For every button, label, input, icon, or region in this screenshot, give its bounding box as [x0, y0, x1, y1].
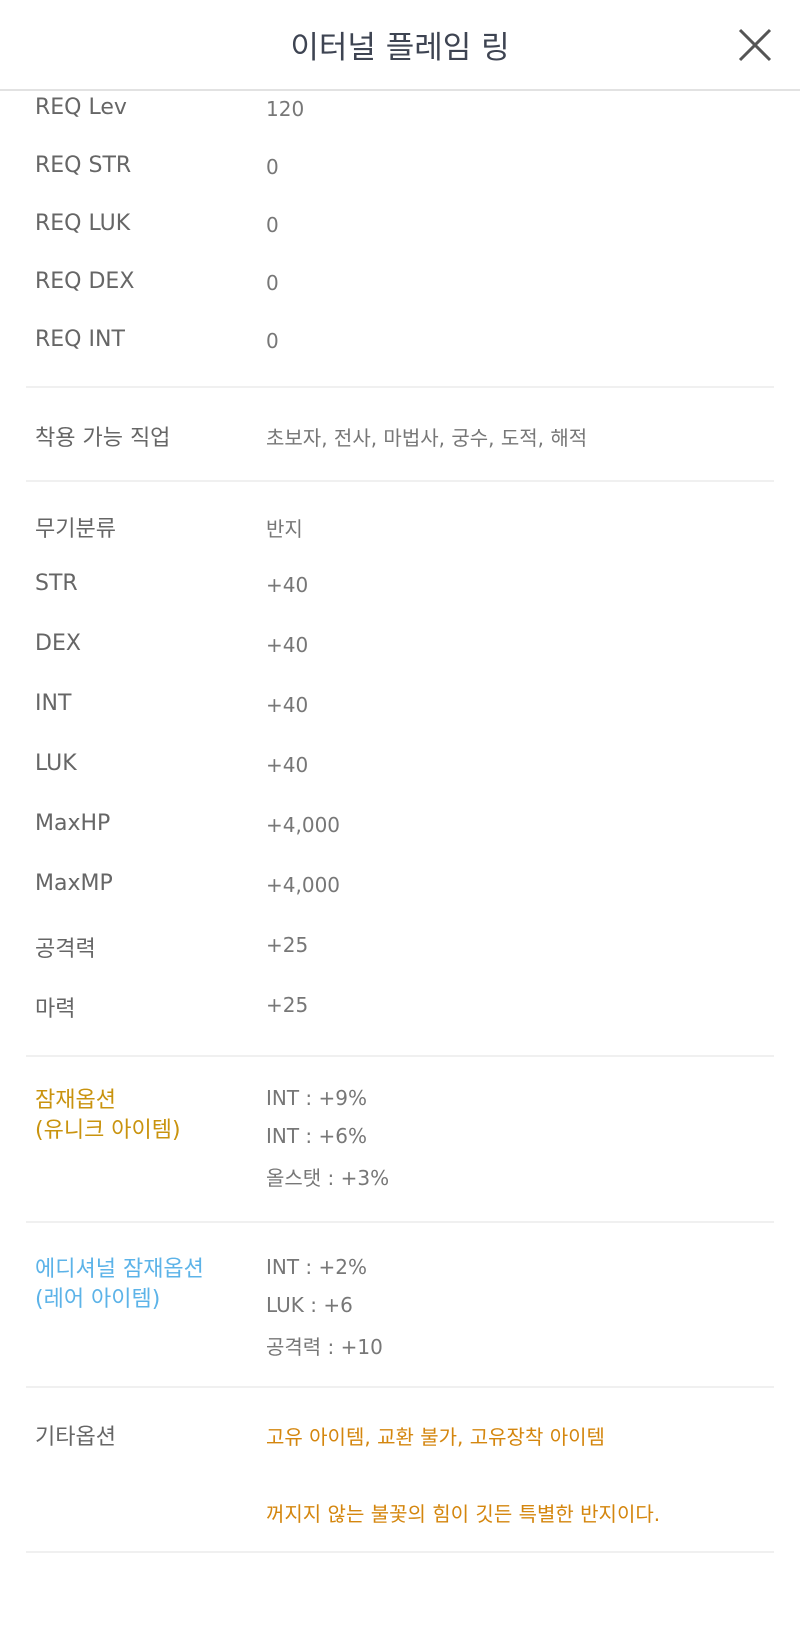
additional-line: INT : +2% — [266, 1255, 368, 1279]
requirements-label: REQ LUK — [35, 211, 131, 236]
stats-value: +25 — [266, 933, 309, 957]
stats-value: +4,000 — [266, 873, 341, 897]
stats-label: 마력 — [35, 997, 76, 1022]
divider — [26, 1551, 774, 1553]
stats-value: +40 — [266, 753, 309, 777]
potential-line: INT : +6% — [266, 1124, 368, 1148]
potential-line: INT : +9% — [266, 1086, 368, 1110]
stats-value: +40 — [266, 573, 309, 597]
jobs-value: 초보자, 전사, 마법사, 궁수, 도적, 해적 — [266, 426, 588, 450]
divider — [26, 1055, 774, 1057]
stats-value: +4,000 — [266, 813, 341, 837]
page-title: 이터널 플레임 링 — [290, 30, 510, 66]
divider — [26, 386, 774, 388]
stats-label: MaxMP — [35, 871, 113, 896]
etc-line1: 고유 아이템, 교환 불가, 고유장착 아이템 — [266, 1425, 605, 1449]
additional-line: 공격력 : +10 — [266, 1335, 383, 1359]
requirements-label: REQ DEX — [35, 269, 135, 294]
requirements-label: REQ Lev — [35, 95, 127, 120]
requirements-label: REQ STR — [35, 153, 132, 178]
divider — [26, 480, 774, 482]
potential-values: INT : +9% INT : +6% 올스탯 : +3% — [266, 1086, 389, 1200]
additional-line: LUK : +6 — [266, 1293, 353, 1317]
stats-label: MaxHP — [35, 811, 111, 836]
jobs-label: 착용 가능 직업 — [35, 426, 171, 451]
requirements-value: 120 — [266, 97, 305, 121]
divider — [26, 1221, 774, 1223]
additional-values: INT : +2% LUK : +6 공격력 : +10 — [266, 1255, 383, 1369]
stats-label: 무기분류 — [35, 517, 116, 542]
stats-label: DEX — [35, 631, 81, 656]
stats-label: 공격력 — [35, 937, 96, 962]
potential-label: 잠재옵션 (유니크 아이템) — [35, 1088, 181, 1143]
stats-value: +40 — [266, 693, 309, 717]
stats-value: +40 — [266, 633, 309, 657]
requirements-label: REQ INT — [35, 327, 125, 352]
stats-label: LUK — [35, 751, 77, 776]
requirements-value: 0 — [266, 329, 279, 353]
requirements-value: 0 — [266, 155, 279, 179]
requirements-value: 0 — [266, 271, 279, 295]
additional-label: 에디셔널 잠재옵션 (레어 아이템) — [35, 1257, 204, 1312]
potential-line: 올스탯 : +3% — [266, 1166, 390, 1190]
stats-label: STR — [35, 571, 78, 596]
close-icon[interactable] — [738, 28, 772, 62]
stats-value: +25 — [266, 993, 309, 1017]
divider — [26, 1386, 774, 1388]
etc-line2: 꺼지지 않는 불꽃의 힘이 깃든 특별한 반지이다. — [266, 1502, 661, 1526]
requirements-value: 0 — [266, 213, 279, 237]
etc-label: 기타옵션 — [35, 1425, 116, 1450]
stats-label: INT — [35, 691, 72, 716]
header: 이터널 플레임 링 — [0, 0, 800, 91]
stats-value: 반지 — [266, 517, 303, 541]
